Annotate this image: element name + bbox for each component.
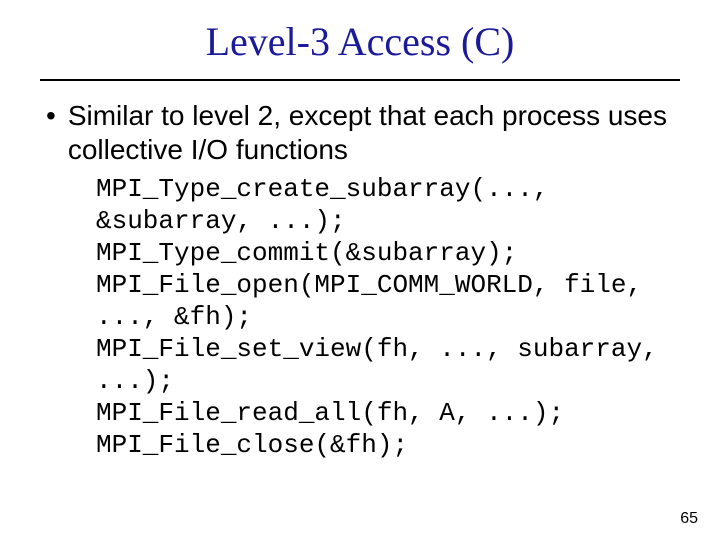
- bullet-marker: •: [46, 99, 56, 133]
- bullet-item: • Similar to level 2, except that each p…: [46, 99, 680, 167]
- page-number: 65: [680, 510, 698, 528]
- title-divider: [40, 79, 680, 81]
- code-block: MPI_Type_create_subarray(..., &subarray,…: [96, 173, 680, 461]
- slide-title: Level-3 Access (C): [40, 18, 680, 65]
- slide: Level-3 Access (C) • Similar to level 2,…: [0, 0, 720, 540]
- bullet-text: Similar to level 2, except that each pro…: [68, 99, 680, 167]
